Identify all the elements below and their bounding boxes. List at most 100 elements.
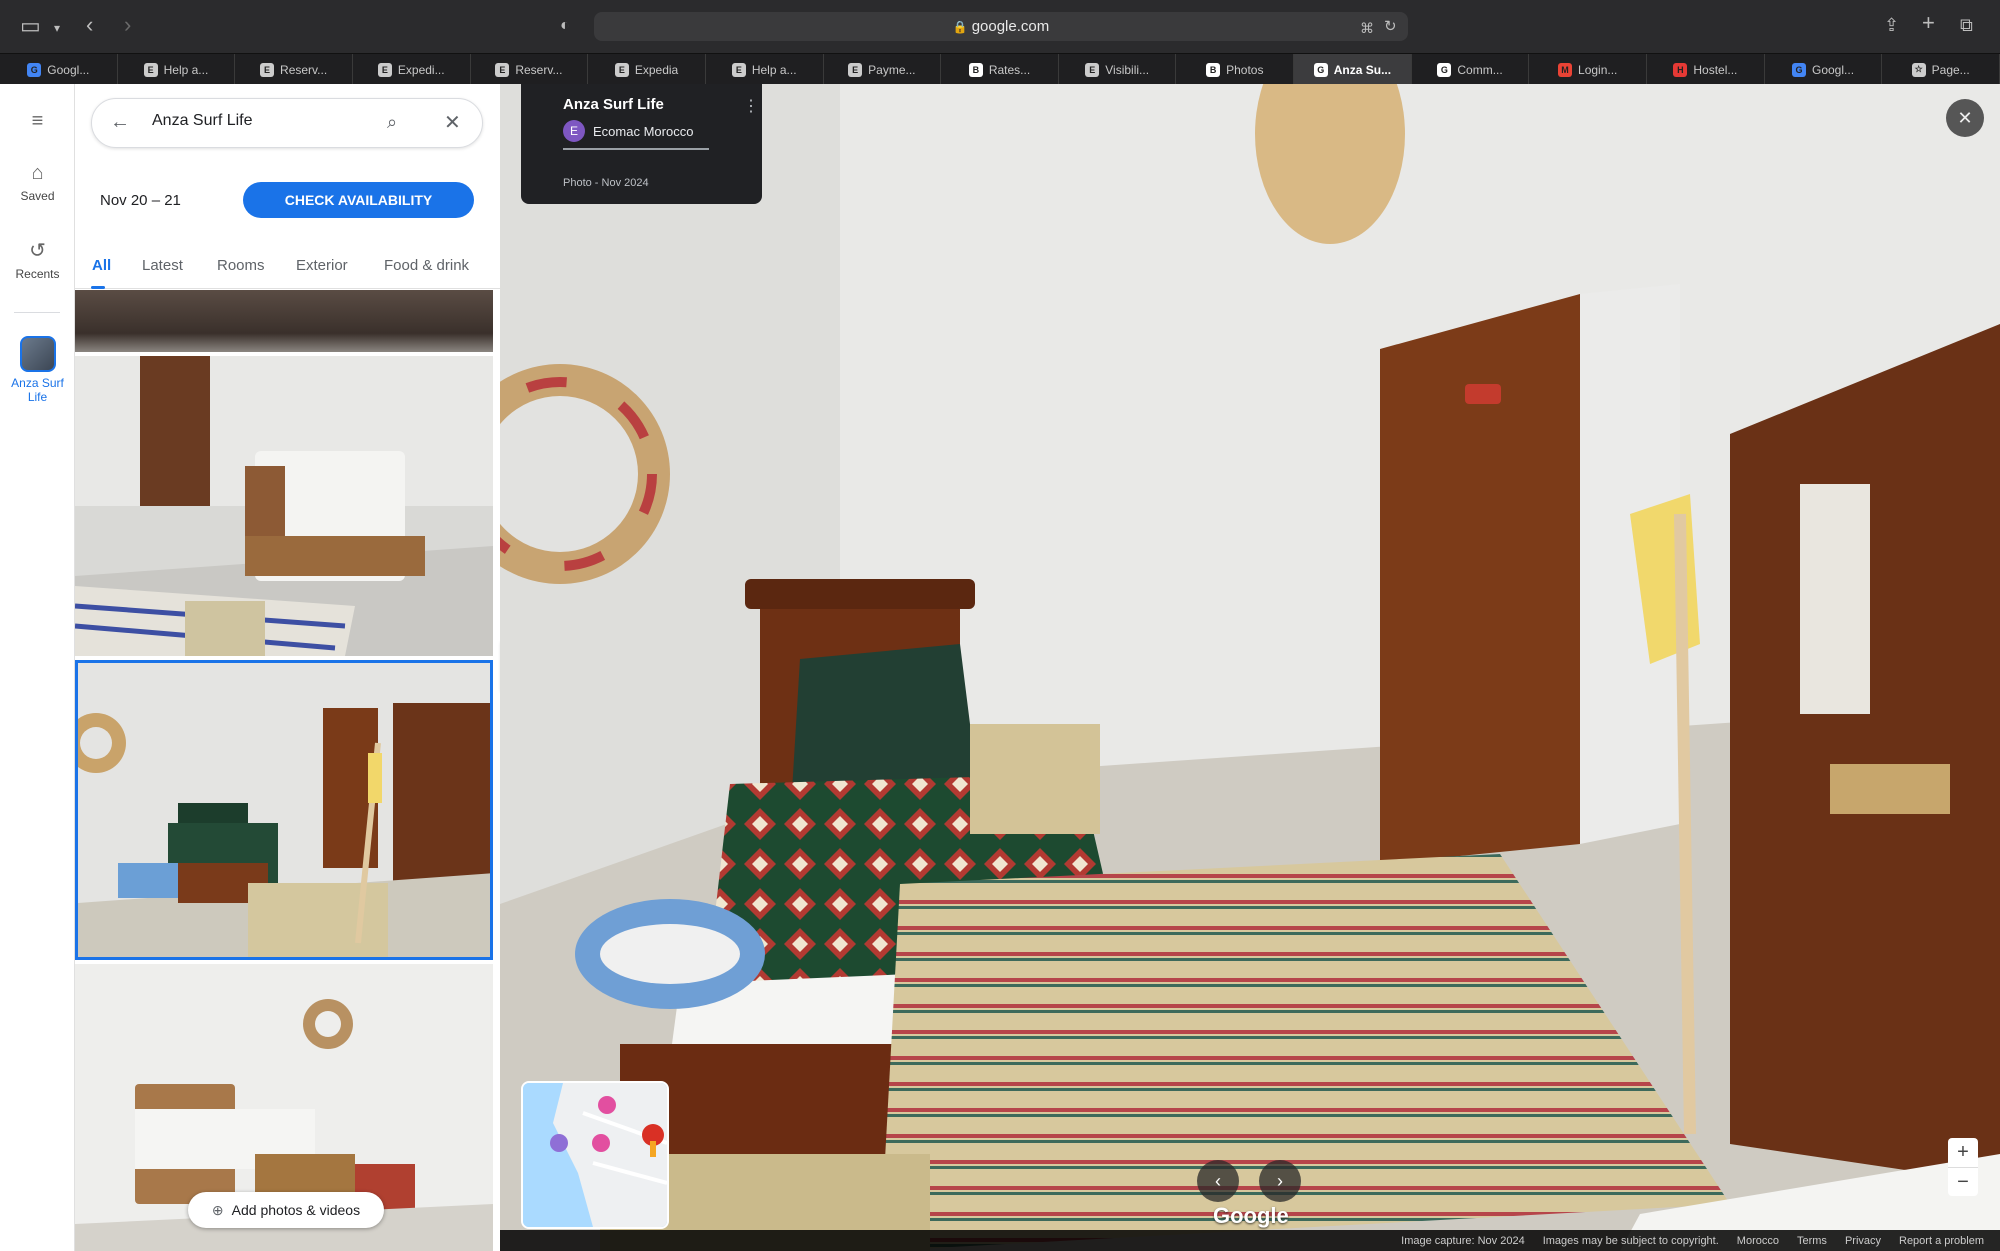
reload-icon[interactable]: ↻ — [1384, 16, 1397, 38]
next-photo-button[interactable]: › — [1259, 1160, 1301, 1202]
photo-thumbnail[interactable] — [75, 290, 493, 352]
sidebar-toggle-icon[interactable]: ▭ — [20, 15, 41, 37]
tab-favicon-icon: G — [27, 62, 42, 77]
photo-thumbnail[interactable] — [75, 356, 493, 656]
recents-button[interactable]: ↺ Recents — [0, 238, 75, 281]
tab-bar: G Googl... E Help a... E Reserv... E Expedi... E… — [0, 53, 2000, 85]
shield-icon[interactable]: ◐ — [560, 15, 570, 37]
tab-favicon-icon: G — [1313, 62, 1328, 77]
zoom-in-button[interactable]: + — [1948, 1138, 1978, 1167]
browser-tab[interactable]: G Googl... — [0, 54, 118, 85]
tab-food-and-drink[interactable]: Food & drink — [384, 257, 469, 274]
close-viewer-button[interactable]: ✕ — [1946, 99, 1984, 137]
previous-photo-button[interactable]: ‹ — [1197, 1160, 1239, 1202]
browser-tab[interactable]: B Photos — [1176, 54, 1295, 85]
menu-button[interactable]: ≡ — [0, 110, 75, 137]
tab-label: Googl... — [1812, 62, 1855, 77]
tab-favicon-icon: E — [848, 62, 863, 77]
translate-icon[interactable]: ⌘ — [1360, 17, 1374, 39]
tab-overview-icon[interactable]: ⧉ — [1960, 14, 1973, 36]
place-name[interactable]: Anza Surf Life — [563, 96, 664, 113]
maps-app: ≡ ⌂ Saved ↺ Recents Anza Surf Life ← ⌕ ✕… — [0, 84, 2000, 1251]
terms-link[interactable]: Terms — [1797, 1235, 1827, 1247]
browser-tab[interactable]: B Rates... — [941, 54, 1059, 85]
copyright-notice: Images may be subject to copyright. — [1542, 1234, 1719, 1247]
country-link[interactable]: Morocco — [1737, 1235, 1779, 1247]
tab-rooms[interactable]: Rooms — [217, 257, 265, 274]
chevron-left-icon: ‹ — [1215, 1171, 1221, 1191]
tab-favicon-icon: E — [495, 62, 510, 77]
new-tab-icon[interactable]: + — [1922, 12, 1935, 34]
mini-map-graphic — [523, 1083, 667, 1227]
google-logo: Google — [1213, 1203, 1289, 1228]
mini-map[interactable] — [521, 1081, 669, 1229]
room-photo-2 — [78, 663, 490, 957]
tab-favicon-icon: M — [1558, 62, 1573, 77]
tab-label: Payme... — [868, 62, 916, 77]
browser-tab[interactable]: E Visibili... — [1059, 54, 1177, 85]
recent-place-anza-surf-life[interactable]: Anza Surf Life — [0, 336, 75, 404]
browser-tab[interactable]: G Anza Su... — [1294, 54, 1412, 85]
photo-viewer: Anza Surf Life E Ecomac Morocco Photo - … — [500, 84, 2000, 1251]
search-icon[interactable]: ⌕ — [387, 112, 397, 133]
tab-all[interactable]: All — [92, 257, 111, 274]
tab-favicon-icon: G — [1437, 62, 1452, 77]
tab-favicon-icon: E — [143, 62, 158, 77]
share-icon[interactable]: ⇪ — [1884, 14, 1899, 36]
date-range[interactable]: Nov 20 – 21 — [100, 192, 181, 209]
close-icon[interactable]: ✕ — [444, 110, 461, 135]
saved-label: Saved — [20, 189, 55, 203]
photo-date: Photo - Nov 2024 — [563, 177, 649, 189]
browser-tab[interactable]: E Reserv... — [235, 54, 353, 85]
tab-label: Rates... — [988, 62, 1031, 77]
browser-tab[interactable]: G Comm... — [1412, 54, 1530, 85]
browser-tab[interactable]: H Hostel... — [1647, 54, 1765, 85]
tab-favicon-icon: ☆ — [1911, 62, 1926, 77]
add-photo-icon: ⊕ — [211, 1201, 224, 1218]
back-arrow-icon[interactable]: ‹ — [86, 14, 93, 36]
browser-tab[interactable]: E Help a... — [706, 54, 824, 85]
tab-favicon-icon: E — [260, 62, 275, 77]
tab-label: Reserv... — [280, 62, 328, 77]
main-room-photo — [500, 84, 2000, 1251]
back-arrow-icon[interactable]: ← — [110, 111, 130, 134]
report-problem-link[interactable]: Report a problem — [1899, 1235, 1984, 1247]
add-photos-label: Add photos & videos — [231, 1202, 361, 1218]
lock-icon: 🔒 — [952, 20, 968, 34]
search-input[interactable] — [152, 112, 372, 130]
browser-tab[interactable]: ☆ Page... — [1882, 54, 2000, 85]
author-name[interactable]: Ecomac Morocco — [593, 124, 693, 139]
add-photos-button[interactable]: ⊕ Add photos & videos — [188, 1192, 384, 1228]
tab-latest[interactable]: Latest — [142, 257, 183, 274]
photo-info-card: Anza Surf Life E Ecomac Morocco Photo - … — [521, 84, 762, 204]
browser-tab[interactable]: E Expedia — [588, 54, 706, 85]
browser-tab[interactable]: G Googl... — [1765, 54, 1883, 85]
address-bar[interactable]: 🔒 google.com ⌘ ↻ — [594, 12, 1408, 41]
browser-tab[interactable]: E Reserv... — [471, 54, 589, 85]
privacy-link[interactable]: Privacy — [1845, 1235, 1881, 1247]
zoom-control: + − — [1948, 1138, 1978, 1196]
tab-label: Expedi... — [397, 62, 445, 77]
browser-tab[interactable]: E Payme... — [824, 54, 942, 85]
zoom-out-button[interactable]: − — [1948, 1167, 1978, 1196]
saved-button[interactable]: ⌂ Saved — [0, 162, 75, 203]
tab-exterior[interactable]: Exterior — [296, 257, 348, 274]
check-availability-button[interactable]: CHECK AVAILABILITY — [243, 182, 474, 218]
url-value: google.com — [971, 18, 1050, 35]
recents-label: Recents — [15, 267, 60, 281]
tab-favicon-icon: E — [614, 62, 629, 77]
browser-tab[interactable]: M Login... — [1529, 54, 1648, 85]
active-tab-indicator — [91, 286, 105, 289]
tab-favicon-icon: E — [731, 62, 746, 77]
place-thumbnail — [19, 336, 56, 372]
forward-arrow-icon[interactable]: › — [124, 14, 131, 36]
browser-toolbar: ▭ ▾ ‹ › ◐ 🔒 google.com ⌘ ↻ ⇪ + ⧉ — [0, 0, 2000, 53]
photo-thumbnail-selected[interactable] — [75, 660, 493, 960]
tab-favicon-icon: G — [1792, 62, 1806, 77]
author-avatar[interactable]: E — [563, 120, 585, 142]
browser-tab[interactable]: E Help a... — [118, 54, 236, 85]
search-box[interactable]: ← ⌕ ✕ — [91, 98, 483, 148]
browser-tab[interactable]: E Expedi... — [353, 54, 471, 85]
more-options-icon[interactable]: ⋮ — [743, 96, 759, 116]
chevron-down-icon[interactable]: ▾ — [54, 17, 60, 39]
